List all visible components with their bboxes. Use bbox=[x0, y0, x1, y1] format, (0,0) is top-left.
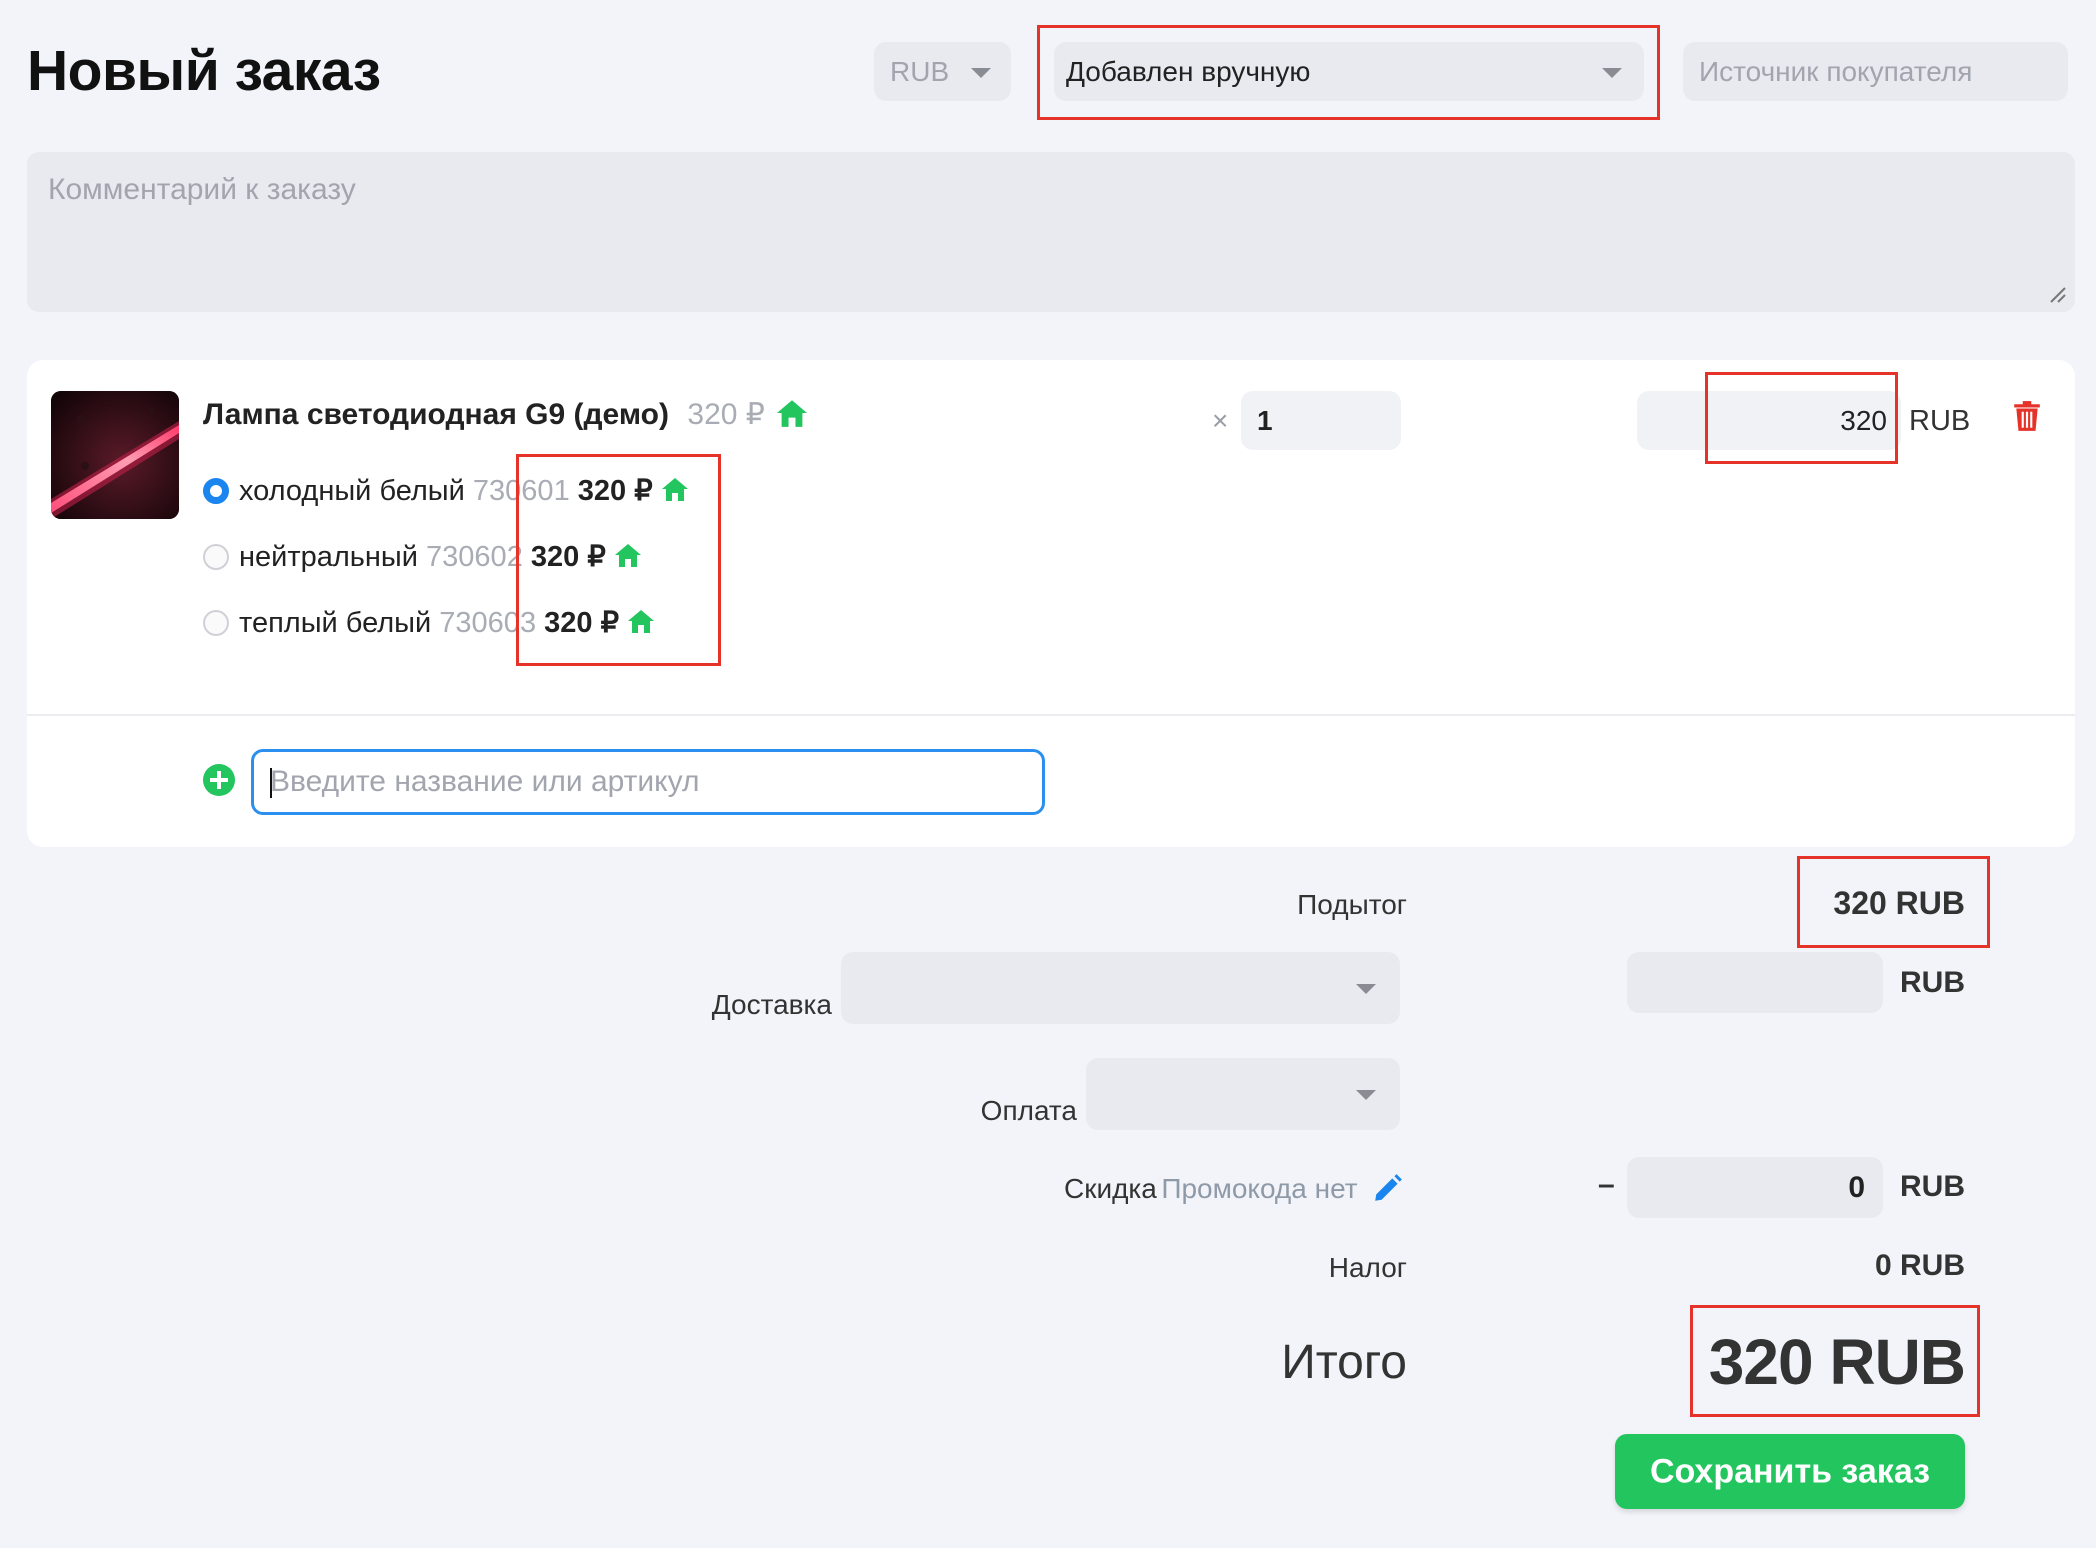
discount-value: 0 bbox=[1848, 1170, 1865, 1204]
product-search-placeholder: Введите название или артикул bbox=[270, 765, 700, 798]
discount-row: Скидка Промокода нет bbox=[1064, 1172, 1404, 1205]
highlight-box bbox=[516, 454, 721, 666]
product-row: Лампа светодиодная G9 (демо) 320 ₽ bbox=[203, 397, 809, 432]
tax-label: Налог bbox=[1328, 1252, 1407, 1283]
discount-label: Скидка bbox=[1063, 1173, 1157, 1204]
buyer-source-input[interactable]: Источник покупателя bbox=[1683, 42, 2068, 101]
discount-input[interactable]: 0 bbox=[1627, 1157, 1883, 1218]
highlight-box bbox=[1037, 25, 1660, 120]
highlight-box bbox=[1705, 372, 1898, 464]
chevron-down-icon bbox=[1356, 1090, 1376, 1100]
variant-radio-neutral[interactable] bbox=[203, 544, 229, 570]
order-comment-textarea[interactable]: Комментарий к заказу bbox=[27, 152, 2075, 312]
add-circle-icon[interactable] bbox=[203, 764, 235, 796]
chevron-down-icon bbox=[1356, 984, 1376, 994]
variant-radio-warm-white[interactable] bbox=[203, 610, 229, 636]
order-comment-placeholder: Комментарий к заказу bbox=[48, 173, 356, 206]
product-name[interactable]: Лампа светодиодная G9 (демо) bbox=[203, 398, 669, 431]
shipping-method-select[interactable] bbox=[841, 952, 1400, 1024]
buyer-source-placeholder: Источник покупателя bbox=[1699, 55, 1973, 87]
shipping-currency: RUB bbox=[1900, 966, 1965, 999]
shipping-label: Доставка bbox=[711, 989, 832, 1020]
pencil-icon[interactable] bbox=[1372, 1172, 1404, 1204]
page-title: Новый заказ bbox=[27, 39, 381, 103]
line-price-currency: RUB bbox=[1909, 405, 1971, 437]
multiply-sign: × bbox=[1212, 405, 1229, 436]
product-image bbox=[51, 391, 179, 519]
subtotal-label: Подытог bbox=[1297, 889, 1407, 920]
highlight-box bbox=[1797, 856, 1990, 948]
variant-sku: 730602 bbox=[426, 541, 523, 573]
product-price: 320 ₽ bbox=[687, 398, 765, 431]
variant-label: нейтральный bbox=[239, 541, 418, 573]
trash-icon[interactable] bbox=[2013, 400, 2041, 432]
resize-handle-icon[interactable] bbox=[2049, 286, 2067, 304]
highlight-box bbox=[1690, 1305, 1980, 1417]
currency-select[interactable]: RUB bbox=[874, 42, 1011, 101]
discount-sign: – bbox=[1598, 1168, 1615, 1201]
variant-label: холодный белый bbox=[239, 475, 465, 507]
promo-code-link[interactable]: Промокода нет bbox=[1161, 1173, 1357, 1204]
quantity-input[interactable]: 1 bbox=[1241, 391, 1401, 450]
variant-label: теплый белый bbox=[239, 607, 432, 639]
product-thumbnail[interactable] bbox=[51, 391, 179, 519]
payment-label: Оплата bbox=[980, 1095, 1077, 1126]
tax-value: 0 RUB bbox=[1874, 1249, 1965, 1282]
variant-radio-cold-white[interactable] bbox=[203, 478, 229, 504]
total-label: Итого bbox=[1281, 1336, 1407, 1389]
product-search-input[interactable]: Введите название или артикул bbox=[251, 749, 1045, 815]
chevron-down-icon bbox=[971, 67, 991, 78]
payment-method-select[interactable] bbox=[1086, 1058, 1400, 1130]
quantity-value: 1 bbox=[1257, 404, 1273, 436]
discount-currency: RUB bbox=[1900, 1170, 1965, 1203]
divider bbox=[27, 714, 2075, 716]
save-order-button-label: Сохранить заказ bbox=[1649, 1452, 1931, 1490]
currency-select-value: RUB bbox=[890, 55, 950, 87]
save-order-button[interactable]: Сохранить заказ bbox=[1615, 1434, 1965, 1509]
shipping-cost-input[interactable] bbox=[1627, 952, 1883, 1013]
home-icon bbox=[777, 400, 808, 427]
